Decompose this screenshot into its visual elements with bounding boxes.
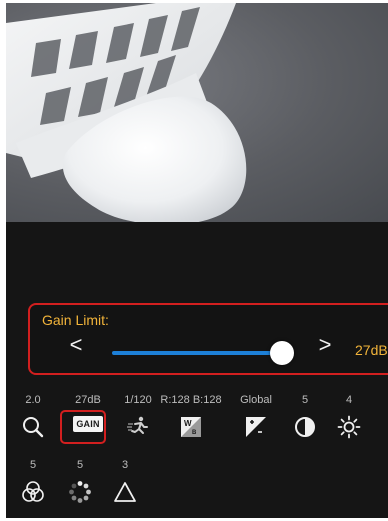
zoom-control[interactable]: 2.0 <box>10 393 56 439</box>
saturation-value: 5 <box>57 458 103 472</box>
saturation-control[interactable]: 5 <box>57 458 103 504</box>
shutter-icon <box>126 415 150 439</box>
brightness-control[interactable]: 4 <box>326 393 372 439</box>
contrast-icon <box>293 415 317 439</box>
camera-preview <box>6 3 388 222</box>
exposure-value: Global <box>233 393 279 407</box>
color-value: 5 <box>10 458 56 472</box>
gain-limit-panel: Gain Limit: < > 27dB <box>28 303 388 375</box>
exposure-control[interactable]: Global <box>233 393 279 439</box>
zoom-icon <box>21 415 45 439</box>
sharpness-control[interactable]: 3 <box>102 458 148 504</box>
shutter-value: 1/120 <box>115 393 161 407</box>
gain-increase-button[interactable]: > <box>315 334 335 356</box>
svg-text:B: B <box>192 430 197 436</box>
contrast-value: 5 <box>282 393 328 407</box>
white-balance-value: R:128 B:128 <box>158 393 224 407</box>
white-balance-icon: W B <box>179 415 203 439</box>
color-control[interactable]: 5 <box>10 458 56 504</box>
gain-control[interactable]: 27dB GAIN <box>65 393 111 432</box>
camera-app-screen: Gain Limit: < > 27dB 2.0 27dB GAIN 1/120… <box>6 3 388 518</box>
gain-slider-thumb[interactable] <box>270 341 294 365</box>
gain-decrease-button[interactable]: < <box>66 334 86 356</box>
gain-control-highlight <box>60 410 106 444</box>
shutter-control[interactable]: 1/120 <box>115 393 161 439</box>
svg-text:W: W <box>184 419 192 428</box>
gain-limit-value: 27dB <box>355 342 388 358</box>
exposure-icon <box>244 415 268 439</box>
saturation-icon <box>68 480 92 504</box>
brightness-icon <box>337 415 361 439</box>
contrast-control[interactable]: 5 <box>282 393 328 439</box>
gain-value: 27dB <box>65 393 111 407</box>
gain-slider-track[interactable] <box>112 351 282 355</box>
shuttlecock-image <box>6 3 388 222</box>
color-icon <box>21 480 45 504</box>
white-balance-control[interactable]: R:128 B:128 W B <box>158 393 224 439</box>
sharpness-value: 3 <box>102 458 148 472</box>
zoom-value: 2.0 <box>10 393 56 407</box>
gain-limit-label: Gain Limit: <box>42 312 109 328</box>
brightness-value: 4 <box>326 393 372 407</box>
sharpness-icon <box>113 480 137 504</box>
